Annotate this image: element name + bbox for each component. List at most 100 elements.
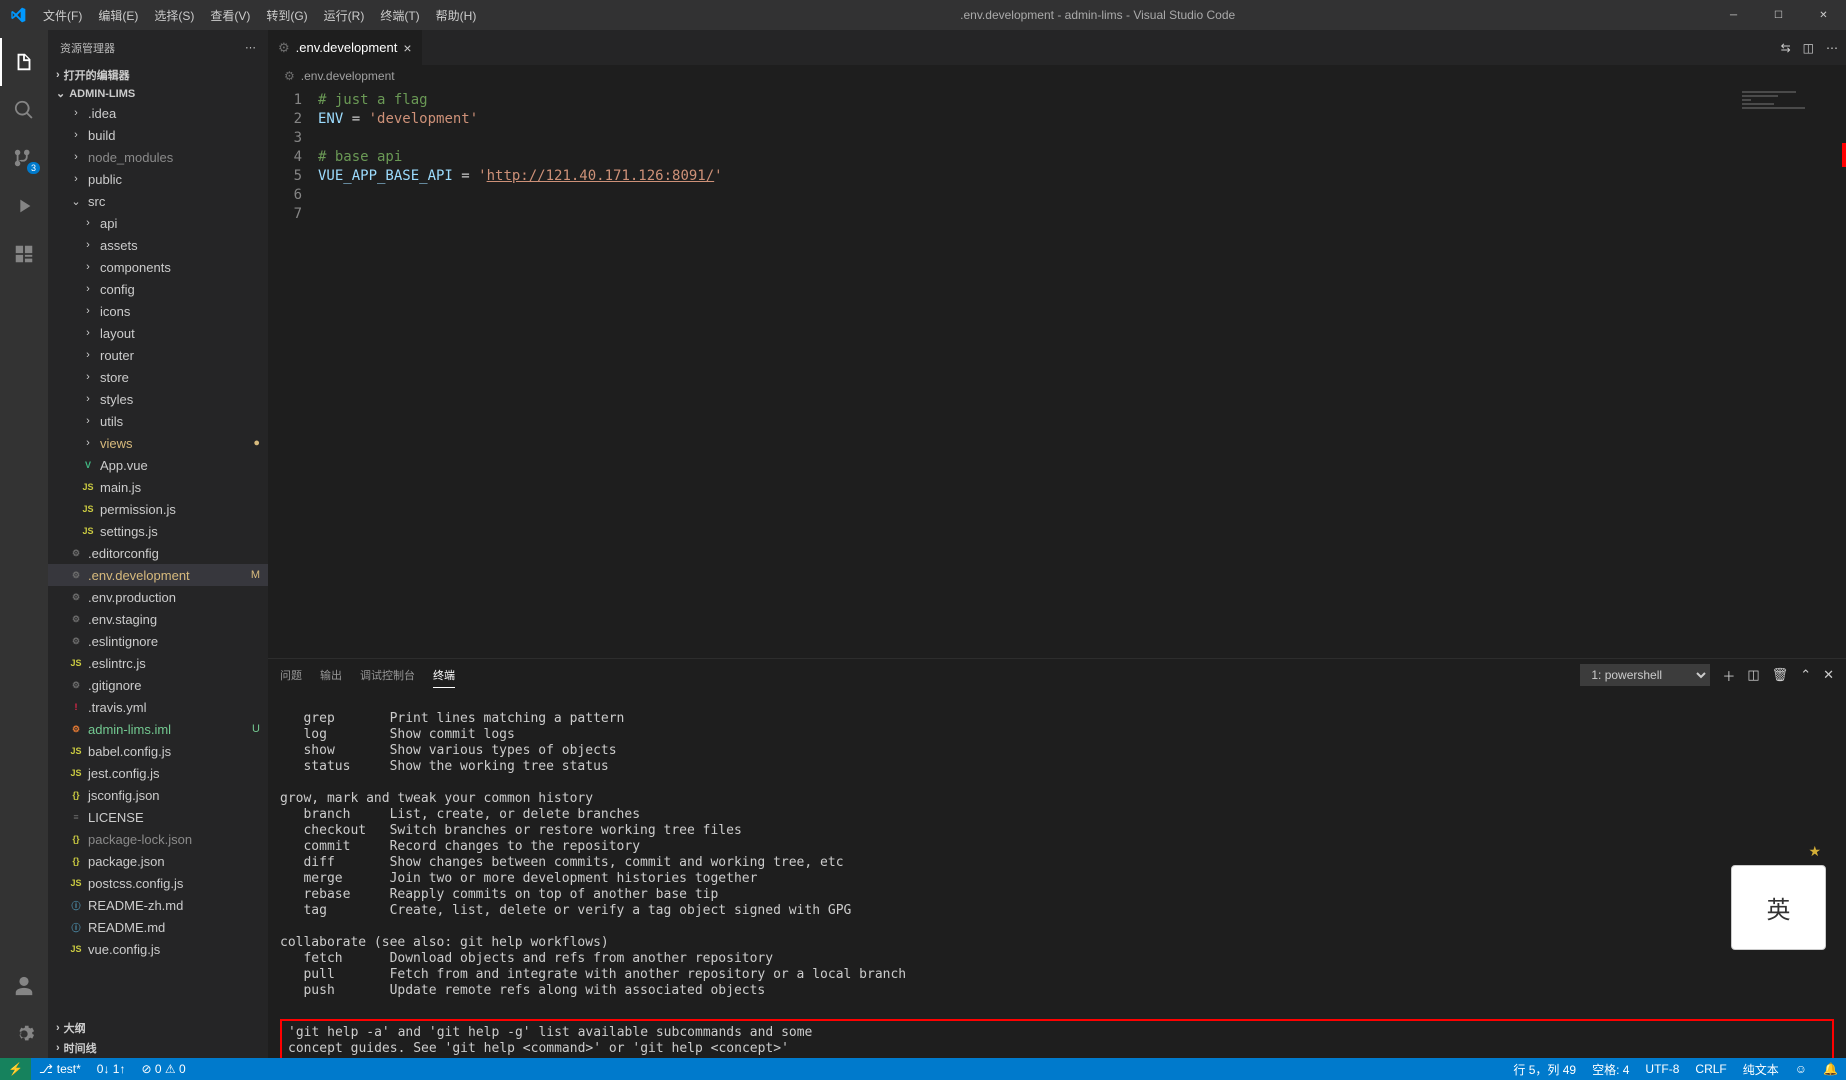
file-item[interactable]: JSbabel.config.js: [48, 740, 268, 762]
menu-item[interactable]: 查看(V): [202, 0, 258, 30]
minimap[interactable]: [1742, 91, 1832, 111]
folder-item[interactable]: ⌄src: [48, 190, 268, 212]
sidebar: 资源管理器 ⋯ ›打开的编辑器 ⌄ADMIN-LIMS ›.idea›build…: [48, 30, 268, 1058]
terminal-selector[interactable]: 1: powershell: [1580, 664, 1710, 686]
settings-gear-icon[interactable]: [0, 1010, 48, 1058]
folder-item[interactable]: ›.idea: [48, 102, 268, 124]
folder-item[interactable]: ›views●: [48, 432, 268, 454]
file-item[interactable]: ⓘREADME.md: [48, 916, 268, 938]
more-actions-icon[interactable]: ⋯: [1826, 41, 1838, 55]
maximize-button[interactable]: ☐: [1756, 0, 1801, 30]
git-sync[interactable]: 0↓ 1↑: [89, 1058, 134, 1080]
terminal[interactable]: grep Print lines matching a pattern log …: [268, 691, 1846, 1058]
git-branch[interactable]: ⎇ test*: [31, 1058, 89, 1080]
close-tab-icon[interactable]: ×: [403, 40, 411, 56]
file-item[interactable]: ≡LICENSE: [48, 806, 268, 828]
accounts-icon[interactable]: [0, 962, 48, 1010]
file-item[interactable]: ⚙.eslintignore: [48, 630, 268, 652]
menu-item[interactable]: 编辑(E): [90, 0, 146, 30]
close-button[interactable]: ✕: [1801, 0, 1846, 30]
file-item[interactable]: ⚙.env.production: [48, 586, 268, 608]
folder-item[interactable]: ›node_modules: [48, 146, 268, 168]
folder-item[interactable]: ›api: [48, 212, 268, 234]
folder-item[interactable]: ›utils: [48, 410, 268, 432]
file-item[interactable]: JS.eslintrc.js: [48, 652, 268, 674]
menu-item[interactable]: 终端(T): [372, 0, 427, 30]
feedback-icon[interactable]: ☺: [1787, 1058, 1815, 1080]
file-item[interactable]: {}package-lock.json: [48, 828, 268, 850]
file-name: config: [100, 282, 135, 297]
file-item[interactable]: {}package.json: [48, 850, 268, 872]
remote-indicator[interactable]: ⚡: [0, 1058, 31, 1080]
file-item[interactable]: VApp.vue: [48, 454, 268, 476]
project-section[interactable]: ⌄ADMIN-LIMS: [48, 85, 268, 102]
file-item[interactable]: JSmain.js: [48, 476, 268, 498]
file-item[interactable]: {}jsconfig.json: [48, 784, 268, 806]
folder-item[interactable]: ›layout: [48, 322, 268, 344]
cursor-position[interactable]: 行 5，列 49: [1505, 1058, 1584, 1080]
menu-item[interactable]: 文件(F): [35, 0, 90, 30]
menu-item[interactable]: 帮助(H): [428, 0, 485, 30]
file-name: assets: [100, 238, 138, 253]
folder-item[interactable]: ›icons: [48, 300, 268, 322]
language-mode[interactable]: 纯文本: [1735, 1058, 1787, 1080]
ime-widget[interactable]: 英: [1731, 865, 1826, 950]
file-item[interactable]: ⚙admin-lims.imlU: [48, 718, 268, 740]
folder-item[interactable]: ›public: [48, 168, 268, 190]
timeline-section[interactable]: ›时间线: [48, 1038, 268, 1058]
menu-item[interactable]: 运行(R): [316, 0, 373, 30]
new-terminal-icon[interactable]: ＋: [1722, 666, 1735, 685]
editor[interactable]: 1234567 # just a flagENV = 'development'…: [268, 87, 1846, 658]
panel-tab-output[interactable]: 输出: [320, 663, 342, 687]
explorer-icon[interactable]: [0, 38, 48, 86]
run-debug-icon[interactable]: [0, 182, 48, 230]
file-item[interactable]: ⚙.gitignore: [48, 674, 268, 696]
file-tree[interactable]: ›.idea›build›node_modules›public⌄src›api…: [48, 102, 268, 1018]
folder-item[interactable]: ›router: [48, 344, 268, 366]
file-item[interactable]: JSjest.config.js: [48, 762, 268, 784]
encoding[interactable]: UTF-8: [1637, 1058, 1687, 1080]
menu-item[interactable]: 选择(S): [146, 0, 202, 30]
kill-terminal-icon[interactable]: 🗑: [1772, 667, 1789, 683]
file-item[interactable]: ⓘREADME-zh.md: [48, 894, 268, 916]
folder-item[interactable]: ›components: [48, 256, 268, 278]
file-item[interactable]: ⚙.editorconfig: [48, 542, 268, 564]
minimize-button[interactable]: ─: [1711, 0, 1756, 30]
eol[interactable]: CRLF: [1687, 1058, 1734, 1080]
title-bar: 文件(F)编辑(E)选择(S)查看(V)转到(G)运行(R)终端(T)帮助(H)…: [0, 0, 1846, 30]
folder-item[interactable]: ›build: [48, 124, 268, 146]
code-content[interactable]: # just a flagENV = 'development' # base …: [318, 87, 1846, 658]
indentation[interactable]: 空格: 4: [1584, 1058, 1637, 1080]
folder-item[interactable]: ›styles: [48, 388, 268, 410]
split-terminal-icon[interactable]: ◫: [1747, 667, 1759, 683]
search-icon[interactable]: [0, 86, 48, 134]
folder-item[interactable]: ›config: [48, 278, 268, 300]
breadcrumb[interactable]: ⚙ .env.development: [268, 65, 1846, 87]
panel-tab-debug[interactable]: 调试控制台: [360, 663, 415, 687]
file-item[interactable]: ⚙.env.developmentM: [48, 564, 268, 586]
extensions-icon[interactable]: [0, 230, 48, 278]
file-item[interactable]: JSvue.config.js: [48, 938, 268, 960]
folder-item[interactable]: ›assets: [48, 234, 268, 256]
compare-icon[interactable]: ⇆: [1781, 41, 1791, 55]
panel-tab-terminal[interactable]: 终端: [433, 663, 455, 688]
problems-status[interactable]: ⊘ 0 ⚠ 0: [133, 1058, 193, 1080]
maximize-panel-icon[interactable]: ⌃: [1800, 667, 1811, 683]
notifications-icon[interactable]: 🔔: [1815, 1058, 1846, 1080]
menu-item[interactable]: 转到(G): [258, 0, 315, 30]
file-item[interactable]: !.travis.yml: [48, 696, 268, 718]
file-item[interactable]: JSpostcss.config.js: [48, 872, 268, 894]
sidebar-more-icon[interactable]: ⋯: [245, 41, 256, 54]
panel-tab-problems[interactable]: 问题: [280, 663, 302, 687]
source-control-icon[interactable]: 3: [0, 134, 48, 182]
split-editor-icon[interactable]: ◫: [1803, 41, 1814, 55]
file-name: admin-lims.iml: [88, 722, 171, 737]
folder-item[interactable]: ›store: [48, 366, 268, 388]
outline-section[interactable]: ›大纲: [48, 1018, 268, 1038]
open-editors-section[interactable]: ›打开的编辑器: [48, 65, 268, 85]
file-item[interactable]: ⚙.env.staging: [48, 608, 268, 630]
tab-env-development[interactable]: ⚙ .env.development ×: [268, 30, 423, 65]
file-item[interactable]: JSpermission.js: [48, 498, 268, 520]
file-item[interactable]: JSsettings.js: [48, 520, 268, 542]
close-panel-icon[interactable]: ✕: [1823, 667, 1834, 683]
